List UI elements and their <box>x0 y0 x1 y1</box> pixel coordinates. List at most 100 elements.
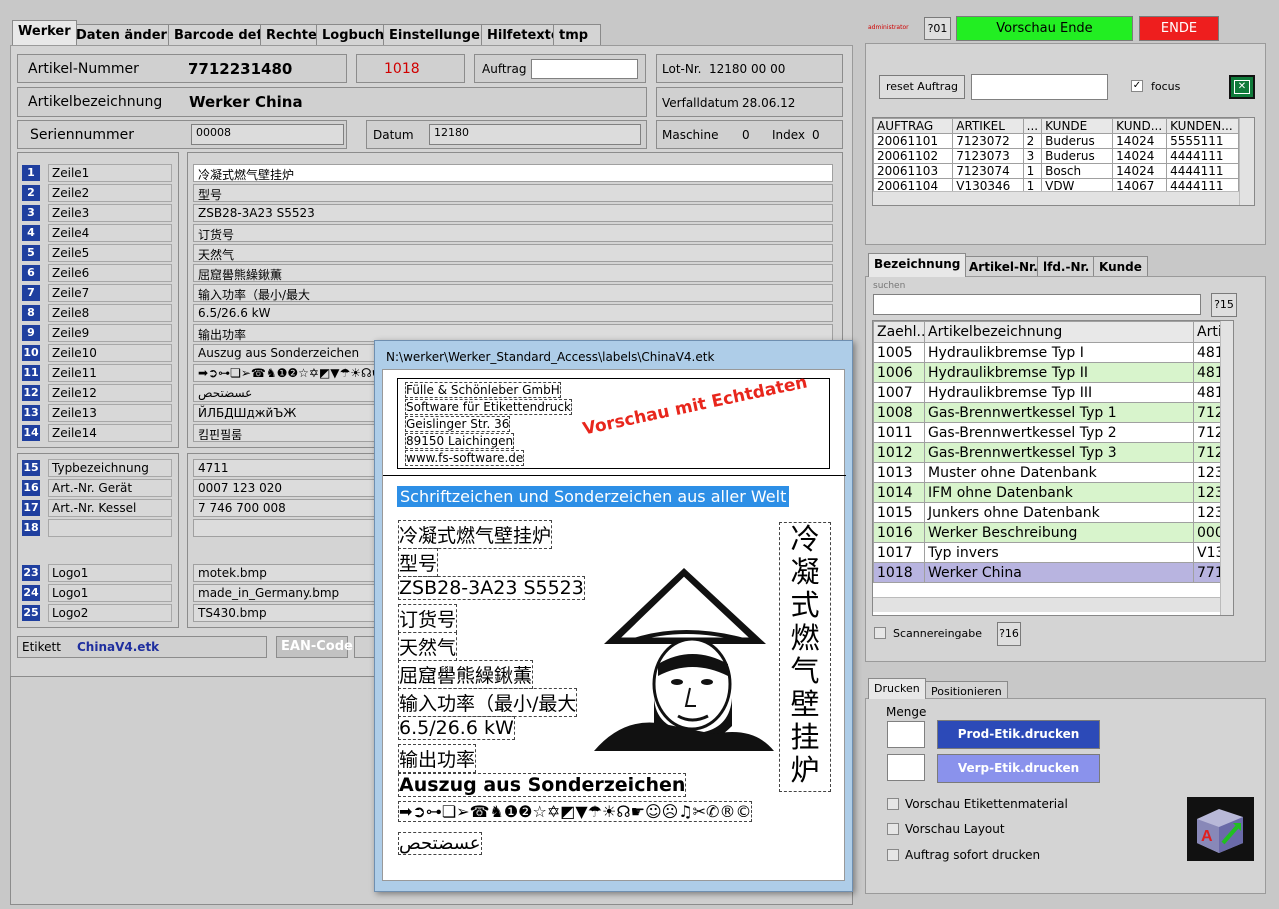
tab-kunde[interactable]: Kunde <box>1093 256 1148 277</box>
column-header[interactable]: KUNDE <box>1041 118 1114 134</box>
column-header[interactable]: Zaehl... <box>873 321 925 343</box>
preview-line: ZSB28-3A23 S5523 <box>398 576 585 600</box>
table-cell: Typ invers <box>924 542 1194 563</box>
tab-drucken[interactable]: Drucken <box>868 678 926 699</box>
focus-checkbox[interactable]: ✓ <box>1131 80 1143 92</box>
serien-input[interactable]: 00008 <box>191 124 344 145</box>
table-row[interactable]: 1012Gas-Brennwertkessel Typ 3712 <box>873 442 1221 463</box>
maschine-label: Maschine <box>662 128 719 142</box>
column-header[interactable]: KUNDEN... <box>1166 118 1239 134</box>
scanner-checkbox[interactable] <box>874 627 886 639</box>
zeile-input[interactable]: 6.5/26.6 kW <box>193 304 833 322</box>
zeile-input[interactable]: 天然气 <box>193 244 833 262</box>
lot-label: Lot-Nr. <box>662 62 702 76</box>
table-row[interactable]: 1007Hydraulikbremse Typ III481 <box>873 382 1221 403</box>
help-16-button[interactable]: ?16 <box>997 622 1021 646</box>
table-row[interactable]: 1014IFM ohne Datenbank123 <box>873 482 1221 503</box>
column-header[interactable]: AUFTRAG <box>873 118 954 134</box>
artikel-table-scrollbar[interactable] <box>1220 321 1233 615</box>
tab-lfd-nr[interactable]: lfd.-Nr. <box>1037 256 1096 277</box>
column-header[interactable]: Arti... <box>1193 321 1221 343</box>
table-row[interactable]: 20061101 7123072 2 Buderus 14024 5555111 <box>873 133 1239 149</box>
datum-label: Datum <box>373 128 414 142</box>
table-row[interactable]: 1016Werker Beschreibung000 <box>873 522 1221 543</box>
preview-bold-line: Auszug aus Sonderzeichen <box>398 773 687 797</box>
extra-name: Typbezeichnung <box>48 459 172 477</box>
table-cell: 481 <box>1193 342 1221 363</box>
excel-export-icon[interactable]: ✕ <box>1229 75 1255 99</box>
table-cell: Werker Beschreibung <box>924 522 1194 543</box>
verp-menge-input[interactable] <box>887 754 925 781</box>
zeile-input[interactable]: 输入功率（最小/最大 <box>193 284 833 302</box>
verp-etik-drucken-button[interactable]: Verp-Etik.drucken <box>937 754 1100 783</box>
table-cell: 481 <box>1193 362 1221 383</box>
table-row[interactable]: 1015Junkers ohne Datenbank123 <box>873 502 1221 523</box>
table-row[interactable]: 1005Hydraulikbremse Typ I481 <box>873 342 1221 363</box>
zeile-input[interactable]: ZSB28-3A23 S5523 <box>193 204 833 222</box>
tab-barcode-def[interactable]: Barcode def. <box>168 24 273 45</box>
help-15-button[interactable]: ?15 <box>1211 293 1237 317</box>
svg-text:A: A <box>1201 828 1213 845</box>
zeile-input[interactable]: 订货号 <box>193 224 833 242</box>
preview-line: 型号 <box>398 548 439 577</box>
vorschau-etikettenmaterial-checkbox[interactable] <box>887 798 899 810</box>
tab-positionieren[interactable]: Positionieren <box>925 681 1008 699</box>
vorschau-layout-label: Vorschau Layout <box>905 822 1005 836</box>
zeile-name: Zeile13 <box>48 404 172 422</box>
auftrag-search-input[interactable] <box>971 74 1108 100</box>
auftrag-table-hscrollbar[interactable] <box>873 191 1239 205</box>
logo-number: 24 <box>22 585 40 601</box>
prod-menge-input[interactable] <box>887 721 925 748</box>
vorschau-layout-checkbox[interactable] <box>887 823 899 835</box>
auftrag-table-scrollbar[interactable] <box>1239 118 1254 205</box>
prod-etik-drucken-button[interactable]: Prod-Etik.drucken <box>937 720 1100 749</box>
tab-einstellungen[interactable]: Einstellungen <box>383 24 496 45</box>
app-logo-icon[interactable]: A <box>1187 797 1254 861</box>
help-01-button[interactable]: ?01 <box>924 17 951 40</box>
vorschau-ende-button[interactable]: Vorschau Ende <box>956 16 1133 41</box>
table-row[interactable]: 20061102 7123073 3 Buderus 14024 4444111 <box>873 148 1239 164</box>
table-cell: 712 <box>1193 422 1221 443</box>
tab-daten-aendern[interactable]: Daten ändern <box>70 24 183 45</box>
reset-auftrag-button[interactable]: reset Auftrag <box>879 75 965 99</box>
preview-line: 6.5/26.6 kW <box>398 716 515 740</box>
tab-artikel-nr[interactable]: Artikel-Nr. <box>963 256 1044 277</box>
zeile-number: 2 <box>22 185 40 201</box>
tab-bezeichnung[interactable]: Bezeichnung <box>868 253 967 277</box>
column-header[interactable]: ... <box>1022 118 1043 134</box>
table-row[interactable]: 1013Muster ohne Datenbank123 <box>873 462 1221 483</box>
preview-line: 屈窟嚳熊繰鍬薫 <box>398 660 534 689</box>
auftrag-sofort-drucken-checkbox[interactable] <box>887 849 899 861</box>
ende-button[interactable]: ENDE <box>1139 16 1219 41</box>
zeile-input[interactable]: 屈窟嚳熊繰鍬薫 <box>193 264 833 282</box>
focus-label: focus <box>1151 80 1181 93</box>
table-row[interactable]: 1008Gas-Brennwertkessel Typ 1712 <box>873 402 1221 423</box>
tab-logbuch[interactable]: Logbuch <box>316 24 391 45</box>
table-cell: Hydraulikbremse Typ II <box>924 362 1194 383</box>
table-cell: 1 <box>1022 163 1043 179</box>
maschine-value: 0 <box>742 128 750 142</box>
extra-name <box>48 519 172 537</box>
datum-input[interactable]: 12180 <box>429 124 641 145</box>
zeile-input[interactable]: 型号 <box>193 184 833 202</box>
column-header[interactable]: KUND... <box>1112 118 1168 134</box>
tab-rechte[interactable]: Rechte <box>260 24 323 45</box>
artikel-table-hscrollbar[interactable] <box>873 597 1220 612</box>
tab-tmp[interactable]: tmp <box>553 24 601 45</box>
auftrag-input[interactable] <box>531 59 638 79</box>
id-value: 1018 <box>384 61 420 77</box>
zeile-name: Zeile5 <box>48 244 172 262</box>
table-row[interactable]: 1017Typ inversV13 <box>873 542 1221 563</box>
search-input[interactable] <box>873 294 1201 315</box>
table-cell: 000 <box>1193 522 1221 543</box>
table-cell: 1014 <box>873 482 925 503</box>
table-row[interactable]: 1006Hydraulikbremse Typ II481 <box>873 362 1221 383</box>
column-header[interactable]: Artikelbezeichnung <box>924 321 1194 343</box>
table-row-selected[interactable]: 1018Werker China771 <box>873 562 1221 583</box>
zeile-number: 6 <box>22 265 40 281</box>
tab-werker[interactable]: Werker <box>12 20 77 45</box>
table-row[interactable]: 1011Gas-Brennwertkessel Typ 2712 <box>873 422 1221 443</box>
column-header[interactable]: ARTIKEL <box>952 118 1024 134</box>
table-row[interactable]: 20061103 7123074 1 Bosch 14024 4444111 <box>873 163 1239 179</box>
zeile-input[interactable]: 冷凝式燃气壁挂炉 <box>193 164 833 182</box>
